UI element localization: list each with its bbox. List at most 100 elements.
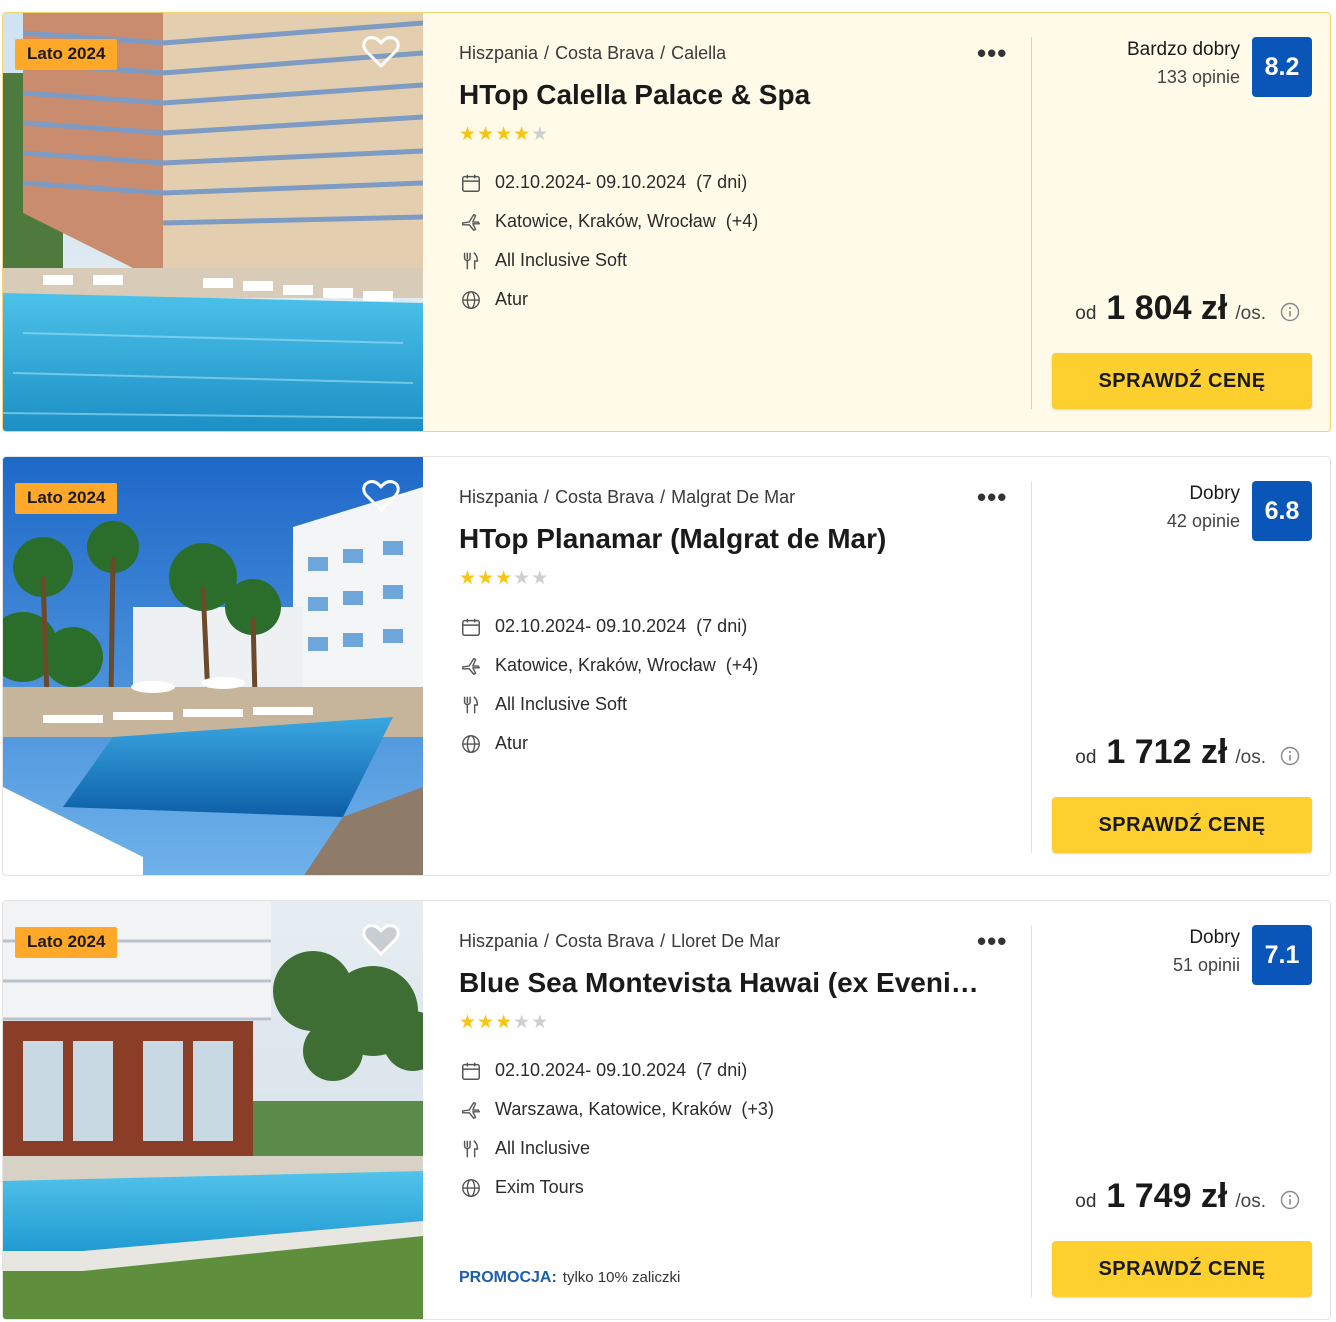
offer-info: Hiszpania / Costa Brava / Malgrat De Mar •••… <box>459 457 1029 875</box>
star-icon: ★ <box>477 568 496 589</box>
rating-score: 7.1 <box>1252 925 1312 985</box>
breadcrumb-city[interactable]: Malgrat De Mar <box>671 487 795 507</box>
dates-row: 02.10.2024- 09.10.2024 (7 dni) <box>459 1051 774 1090</box>
star-icon: ★ <box>477 1012 496 1033</box>
dates-row: 02.10.2024- 09.10.2024 (7 dni) <box>459 607 758 646</box>
rating-summary[interactable]: Dobry 51 opinii <box>1173 927 1240 976</box>
breadcrumb-country[interactable]: Hiszpania <box>459 931 538 951</box>
airports-text: Katowice, Kraków, Wrocław <box>495 211 716 231</box>
rating-score: 8.2 <box>1252 37 1312 97</box>
star-icon: ★ <box>513 1012 532 1033</box>
duration-text: (7 dni) <box>696 1060 748 1080</box>
favorite-button[interactable] <box>362 35 400 69</box>
reviews-count[interactable]: 42 opinie <box>1167 511 1240 532</box>
season-badge: Lato 2024 <box>15 927 118 958</box>
favorite-button[interactable] <box>362 923 400 957</box>
star-icon: ★ <box>513 568 532 589</box>
season-badge: Lato 2024 <box>15 39 118 70</box>
dates-row: 02.10.2024- 09.10.2024 (7 dni) <box>459 163 758 202</box>
dates-text: 02.10.2024- 09.10.2024 <box>495 616 687 636</box>
globe-icon <box>459 288 483 312</box>
hotel-photo[interactable]: Lato 2024 <box>3 901 423 1319</box>
breadcrumb-country[interactable]: Hiszpania <box>459 43 538 63</box>
airports-text: Katowice, Kraków, Wrocław <box>495 655 716 675</box>
offer-info: Hiszpania / Costa Brava / Calella ••• HTop C… <box>459 13 1029 431</box>
star-icon: ★ <box>531 1012 550 1033</box>
star-icon: ★ <box>513 124 532 145</box>
info-icon[interactable] <box>1280 1190 1300 1210</box>
info-icon[interactable] <box>1280 302 1300 322</box>
hotel-photo-image <box>3 901 423 1319</box>
breadcrumb-country[interactable]: Hiszpania <box>459 487 538 507</box>
star-rating: ★★★★★ <box>459 567 549 590</box>
board-text: All Inclusive Soft <box>495 250 628 270</box>
star-icon: ★ <box>495 1012 514 1033</box>
offer-card[interactable]: Lato 2024 Hiszpania / Costa Brava / Lloret D… <box>2 900 1331 1320</box>
price: od 1 804 zł /os. <box>1075 289 1300 328</box>
price-unit: /os. <box>1235 1191 1266 1212</box>
operator-row: Atur <box>459 724 758 763</box>
airports-extra[interactable]: (+3) <box>741 1099 774 1120</box>
rating-summary[interactable]: Bardzo dobry 133 opinie <box>1127 39 1240 88</box>
offer-details: 02.10.2024- 09.10.2024 (7 dni) Warszawa,… <box>459 1051 774 1207</box>
rating-label: Bardzo dobry <box>1126 39 1240 60</box>
hotel-name[interactable]: HTop Calella Palace & Spa <box>459 79 999 111</box>
check-price-button[interactable]: SPRAWDŹ CENĘ <box>1052 353 1312 409</box>
check-price-button[interactable]: SPRAWDŹ CENĘ <box>1052 797 1312 853</box>
breadcrumb-region[interactable]: Costa Brava <box>555 931 654 951</box>
airports-text: Warszawa, Katowice, Kraków <box>495 1099 732 1119</box>
operator-text: Atur <box>495 289 529 309</box>
offer-card[interactable]: Lato 2024 Hiszpania / Costa Brava / Calella … <box>2 12 1331 432</box>
hotel-name[interactable]: HTop Planamar (Malgrat de Mar) <box>459 523 999 555</box>
duration-text: (7 dni) <box>696 172 748 192</box>
duration-text: (7 dni) <box>696 616 748 636</box>
reviews-count[interactable]: 133 opinie <box>1127 67 1240 88</box>
airports-extra[interactable]: (+4) <box>726 655 759 676</box>
offer-details: 02.10.2024- 09.10.2024 (7 dni) Katowice,… <box>459 163 758 319</box>
offer-card[interactable]: Lato 2024 Hiszpania / Costa Brava / Malgrat … <box>2 456 1331 876</box>
more-dots-icon[interactable]: ••• <box>977 928 1007 954</box>
promo-note: PROMOCJA: tylko 10% zaliczki <box>459 1269 680 1287</box>
divider <box>1031 37 1032 409</box>
breadcrumb-city[interactable]: Lloret De Mar <box>671 931 780 951</box>
rating-score: 6.8 <box>1252 481 1312 541</box>
promo-label: PROMOCJA: <box>459 1269 557 1286</box>
hotel-photo-image <box>3 457 423 875</box>
operator-row: Exim Tours <box>459 1168 774 1207</box>
rating-label: Dobry <box>1189 483 1240 504</box>
board-text: All Inclusive <box>495 1138 591 1158</box>
hotel-photo[interactable]: Lato 2024 <box>3 457 423 875</box>
flights-row: Katowice, Kraków, Wrocław (+4) <box>459 646 758 685</box>
price-amount: 1 712 zł <box>1106 733 1228 771</box>
reviews-count[interactable]: 51 opinii <box>1173 955 1240 976</box>
more-dots-icon[interactable]: ••• <box>977 40 1007 66</box>
star-icon: ★ <box>459 568 478 589</box>
board-row: All Inclusive Soft <box>459 685 758 724</box>
cutlery-icon <box>459 249 483 273</box>
star-rating: ★★★★★ <box>459 1011 549 1034</box>
hotel-name[interactable]: Blue Sea Montevista Hawai (ex Eveni… <box>459 967 999 999</box>
star-icon: ★ <box>531 124 550 145</box>
divider <box>1031 925 1032 1297</box>
rating-summary[interactable]: Dobry 42 opinie <box>1167 483 1240 532</box>
breadcrumb-city[interactable]: Calella <box>671 43 726 63</box>
price: od 1 749 zł /os. <box>1075 1177 1300 1216</box>
info-icon[interactable] <box>1280 746 1300 766</box>
airports-extra[interactable]: (+4) <box>726 211 759 232</box>
price-prefix: od <box>1075 1191 1097 1212</box>
favorite-button[interactable] <box>362 479 400 513</box>
flights-row: Katowice, Kraków, Wrocław (+4) <box>459 202 758 241</box>
breadcrumb: Hiszpania / Costa Brava / Lloret De Mar <box>459 931 781 951</box>
more-dots-icon[interactable]: ••• <box>977 484 1007 510</box>
check-price-button[interactable]: SPRAWDŹ CENĘ <box>1052 1241 1312 1297</box>
hotel-photo[interactable]: Lato 2024 <box>3 13 423 431</box>
heart-icon <box>362 924 400 956</box>
breadcrumb-region[interactable]: Costa Brava <box>555 487 654 507</box>
breadcrumb-region[interactable]: Costa Brava <box>555 43 654 63</box>
price-amount: 1 804 zł <box>1106 289 1228 327</box>
flights-row: Warszawa, Katowice, Kraków (+3) <box>459 1090 774 1129</box>
divider <box>1031 481 1032 853</box>
star-icon: ★ <box>459 1012 478 1033</box>
price-prefix: od <box>1075 303 1097 324</box>
season-badge: Lato 2024 <box>15 483 118 514</box>
